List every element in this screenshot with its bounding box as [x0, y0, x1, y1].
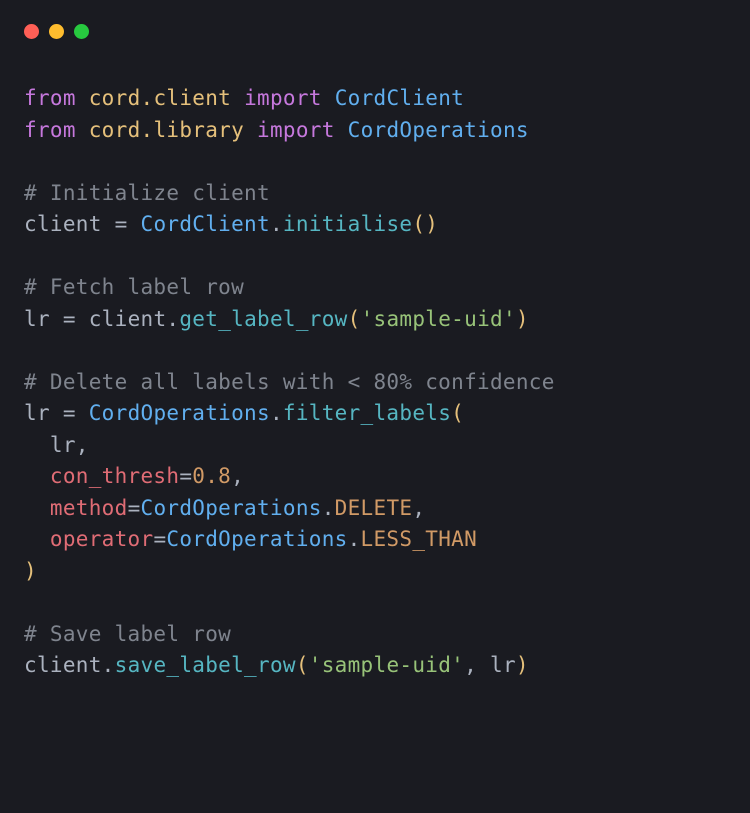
string-literal: 'sample-uid' — [361, 307, 516, 331]
comment: # Fetch label row — [24, 275, 244, 299]
indent — [24, 464, 50, 488]
dot: . — [322, 496, 335, 520]
paren-close: ) — [24, 559, 37, 583]
class-name: CordOperations — [348, 118, 529, 142]
comment: # Save label row — [24, 622, 231, 646]
variable: client — [24, 212, 102, 236]
close-icon[interactable] — [24, 24, 39, 39]
dot: . — [102, 653, 115, 677]
comma: , — [76, 433, 89, 457]
paren-close: ) — [516, 307, 529, 331]
string-literal: 'sample-uid' — [309, 653, 464, 677]
variable: lr — [24, 307, 50, 331]
dot: . — [270, 401, 283, 425]
code-block: from cord.client import CordClient from … — [24, 83, 726, 682]
maximize-icon[interactable] — [74, 24, 89, 39]
operator: = — [128, 496, 141, 520]
operator: = — [50, 307, 89, 331]
function-call: save_label_row — [115, 653, 296, 677]
constant: LESS_THAN — [361, 527, 478, 551]
comma: , — [412, 496, 425, 520]
class-name: CordClient — [141, 212, 270, 236]
argument: lr — [50, 433, 76, 457]
paren-open: ( — [296, 653, 309, 677]
function-call: get_label_row — [179, 307, 347, 331]
operator: = — [50, 401, 89, 425]
parentheses: () — [412, 212, 438, 236]
class-name: CordOperations — [141, 496, 322, 520]
kwarg-name: method — [50, 496, 128, 520]
keyword-from: from — [24, 86, 76, 110]
variable: lr — [24, 401, 50, 425]
paren-open: ( — [451, 401, 464, 425]
keyword-import: import — [244, 86, 322, 110]
operator: = — [153, 527, 166, 551]
operator: = — [179, 464, 192, 488]
comment: # Delete all labels with < 80% confidenc… — [24, 370, 555, 394]
dot: . — [348, 527, 361, 551]
object: client — [24, 653, 102, 677]
keyword-import: import — [257, 118, 335, 142]
keyword-from: from — [24, 118, 76, 142]
argument: lr — [490, 653, 516, 677]
comma: , — [231, 464, 244, 488]
operator: = — [102, 212, 141, 236]
class-name: CordOperations — [166, 527, 347, 551]
kwarg-name: con_thresh — [50, 464, 179, 488]
minimize-icon[interactable] — [49, 24, 64, 39]
number-literal: 0.8 — [192, 464, 231, 488]
paren-close: ) — [516, 653, 529, 677]
indent — [24, 527, 50, 551]
class-name: CordOperations — [89, 401, 270, 425]
indent — [24, 433, 50, 457]
object: client — [89, 307, 167, 331]
comma: , — [464, 653, 490, 677]
module-path: cord.library — [89, 118, 244, 142]
comment: # Initialize client — [24, 181, 270, 205]
paren-open: ( — [348, 307, 361, 331]
kwarg-name: operator — [50, 527, 154, 551]
dot: . — [270, 212, 283, 236]
function-call: initialise — [283, 212, 412, 236]
class-name: CordClient — [335, 86, 464, 110]
module-path: cord.client — [89, 86, 231, 110]
constant: DELETE — [335, 496, 413, 520]
indent — [24, 496, 50, 520]
window-titlebar — [24, 24, 726, 39]
function-call: filter_labels — [283, 401, 451, 425]
code-window: from cord.client import CordClient from … — [0, 0, 750, 813]
dot: . — [166, 307, 179, 331]
